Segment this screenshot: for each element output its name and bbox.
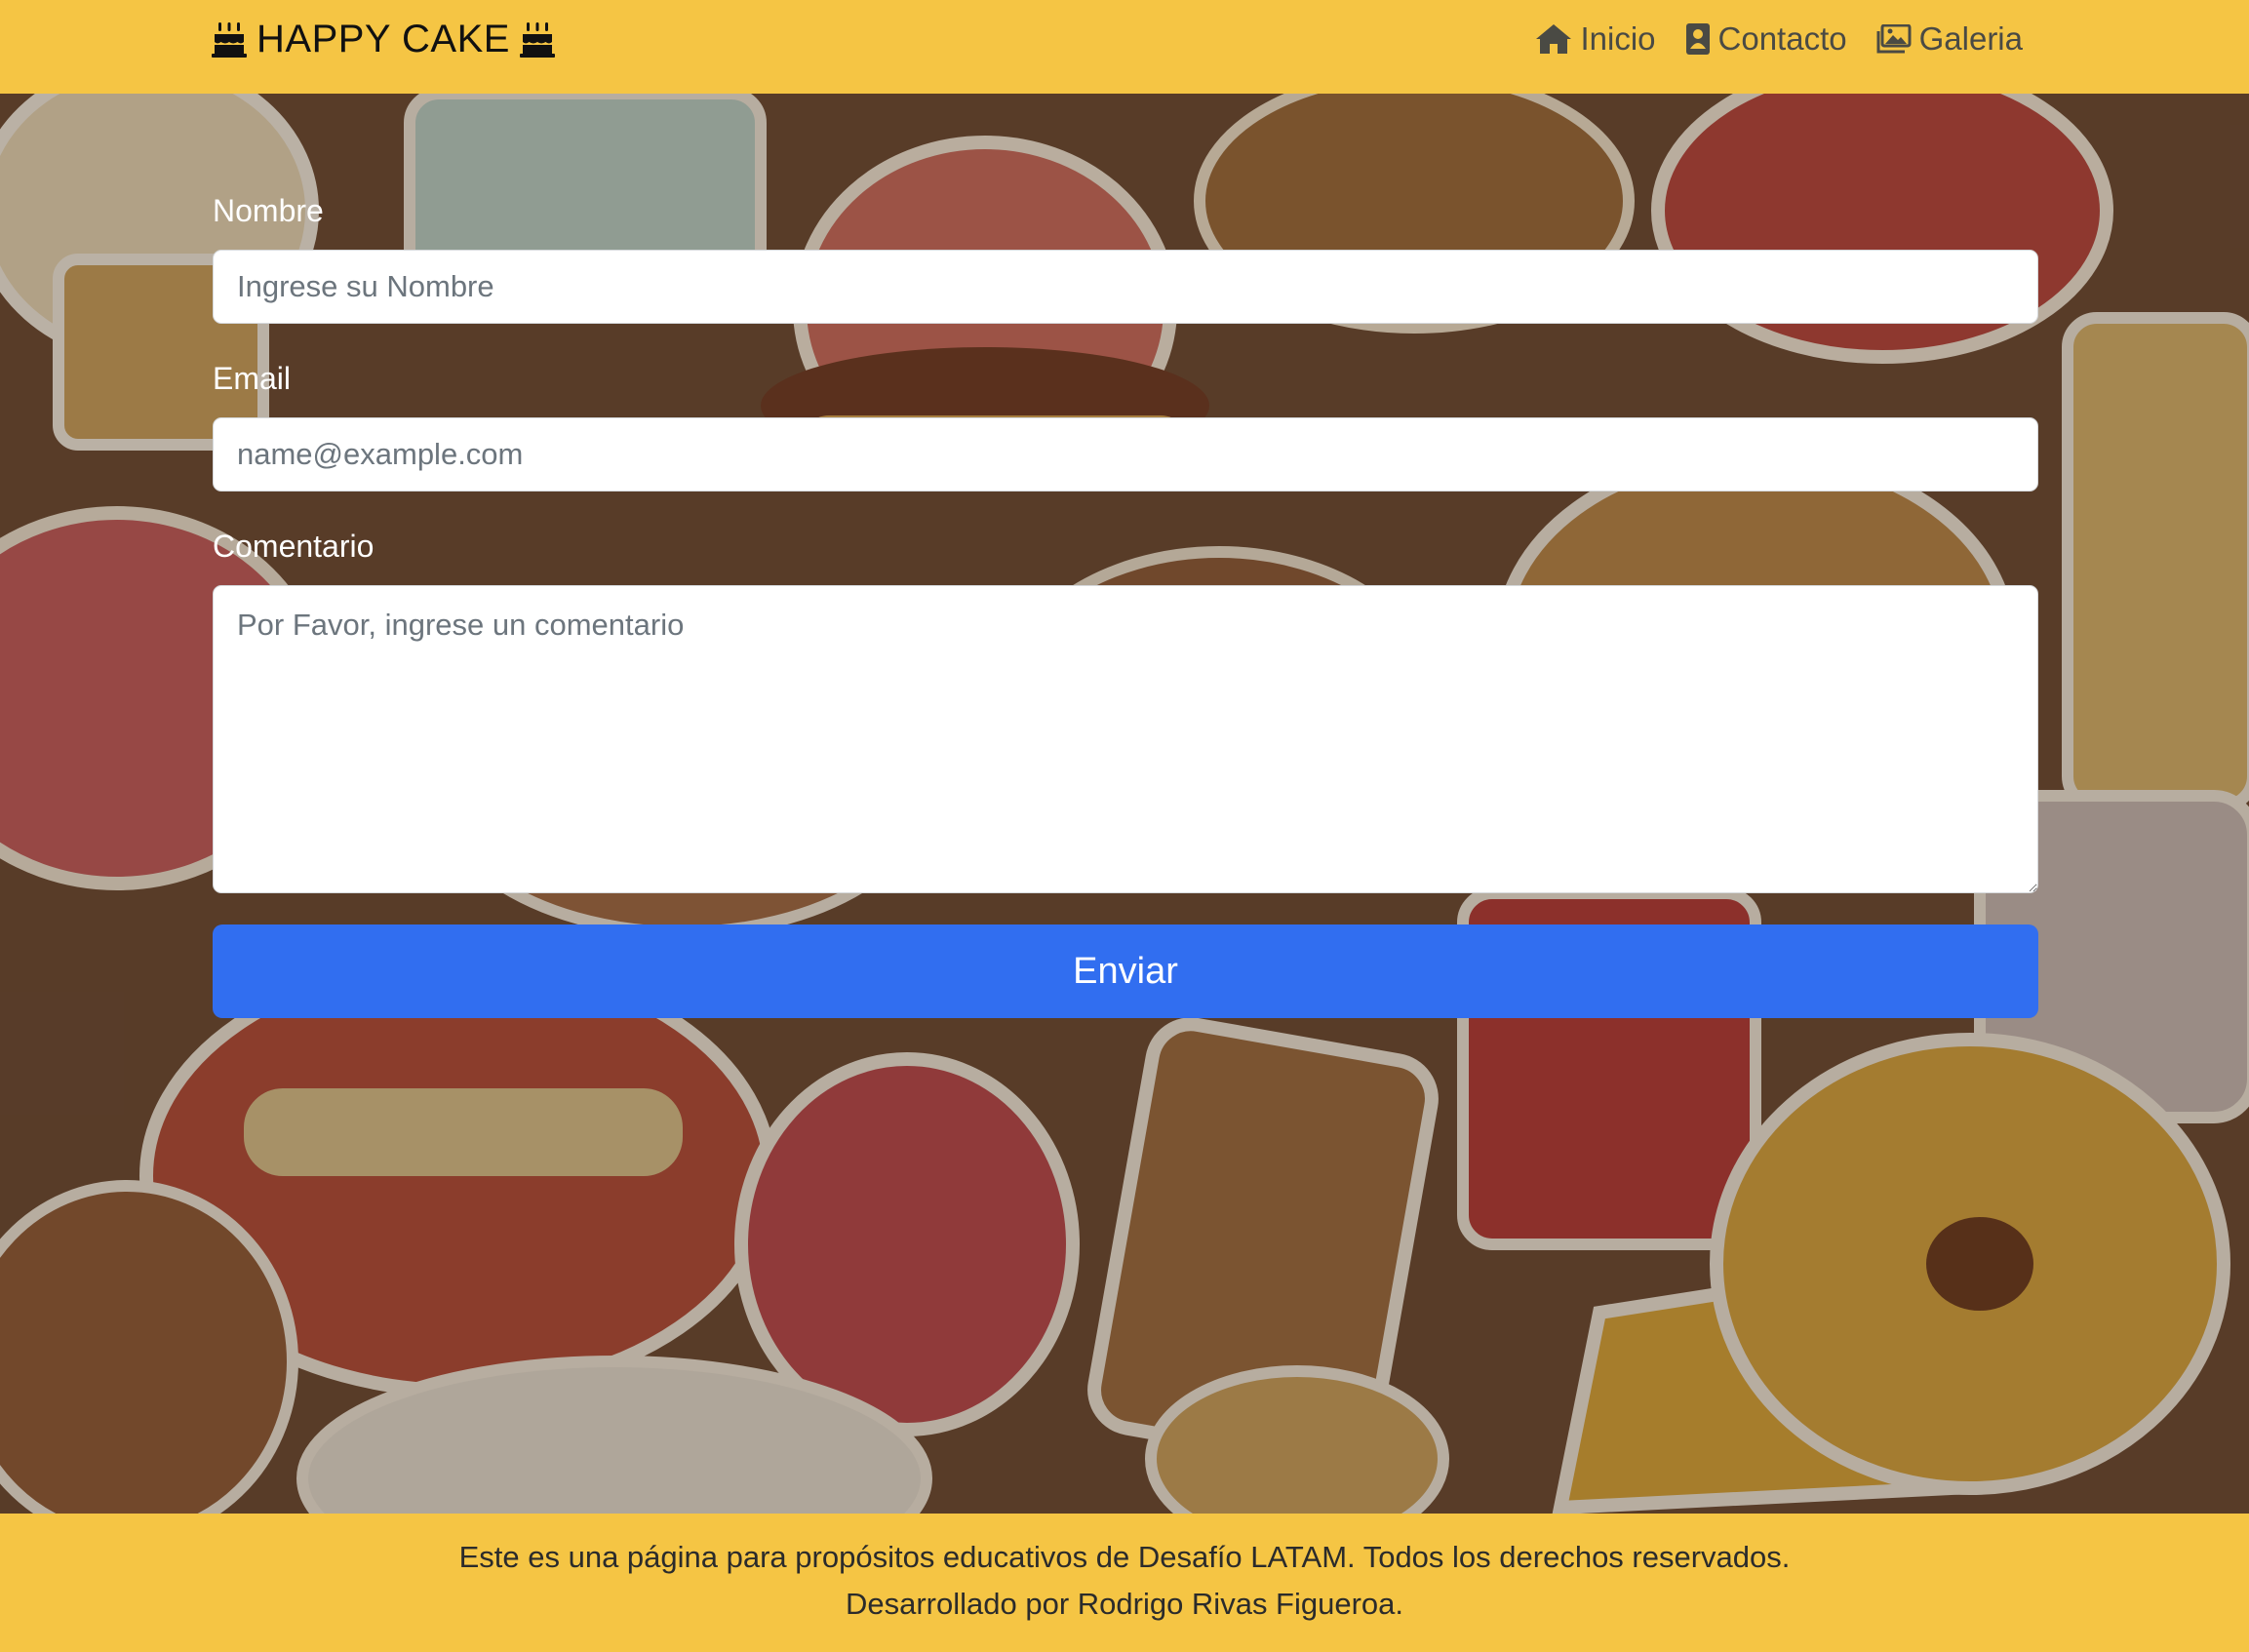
navbar: HAPPY CAKE Inicio Contacto Galeria	[0, 0, 2249, 94]
nav-item-contacto[interactable]: Contacto	[1685, 18, 1847, 60]
birthday-cake-icon	[519, 22, 555, 58]
footer-disclaimer: Este es una página para propósitos educa…	[458, 1540, 1791, 1574]
name-input[interactable]	[213, 250, 2038, 324]
brand-link[interactable]: HAPPY CAKE	[212, 18, 555, 60]
nav-item-label: Galeria	[1918, 20, 2023, 57]
main-nav: Inicio Contacto Galeria	[1535, 18, 2023, 60]
submit-button[interactable]: Enviar	[213, 924, 2038, 1018]
email-label: Email	[213, 361, 292, 396]
brand-title: HAPPY CAKE	[256, 18, 510, 60]
footer-credits: Desarrollado por Rodrigo Rivas Figueroa.	[845, 1587, 1404, 1621]
home-icon	[1536, 24, 1572, 54]
gallery-icon	[1876, 24, 1912, 54]
birthday-cake-icon	[212, 22, 247, 58]
nav-item-inicio[interactable]: Inicio	[1535, 18, 1656, 60]
nav-item-galeria[interactable]: Galeria	[1876, 18, 2023, 60]
comment-textarea[interactable]	[213, 585, 2038, 893]
contact-book-icon	[1685, 23, 1710, 55]
comment-label: Comentario	[213, 529, 375, 564]
footer: Este es una página para propósitos educa…	[0, 1514, 2249, 1652]
nav-item-label: Contacto	[1717, 20, 1847, 57]
name-label: Nombre	[213, 193, 324, 228]
email-input[interactable]	[213, 417, 2038, 492]
nav-item-label: Inicio	[1580, 20, 1656, 57]
